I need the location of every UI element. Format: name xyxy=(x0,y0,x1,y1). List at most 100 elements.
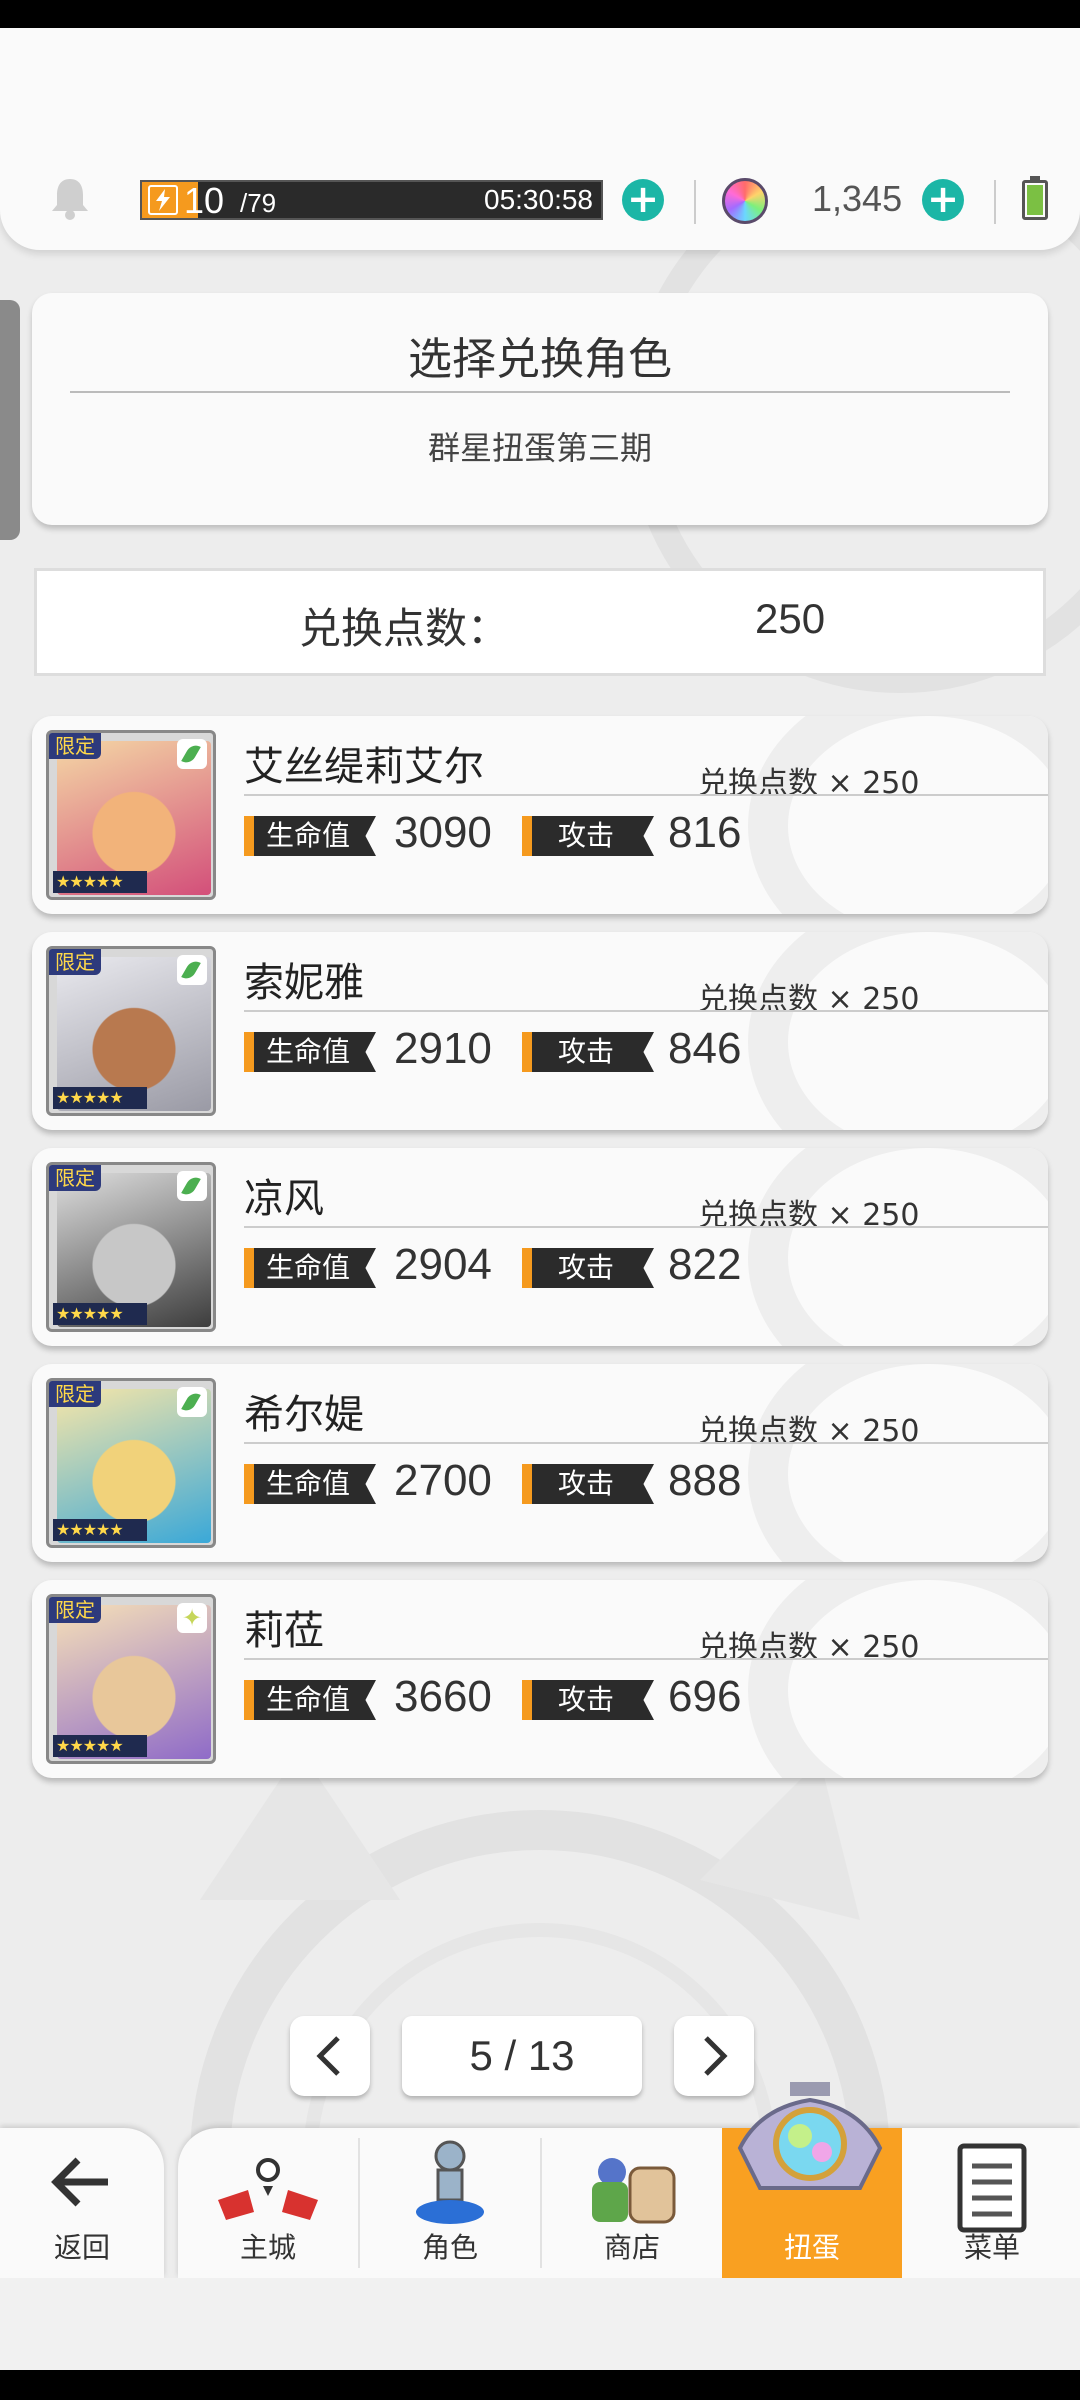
character-portrait: 限定 ★★★★★ xyxy=(46,730,216,900)
stamina-timer: 05:30:58 xyxy=(484,184,593,215)
character-portrait: 限定 ★★★★★ xyxy=(46,946,216,1116)
hp-label-tag: 生命值 xyxy=(244,1248,376,1288)
prev-page-button[interactable] xyxy=(290,2016,370,2096)
hp-value: 3660 xyxy=(394,1672,492,1721)
character-card[interactable]: 限定 ★★★★★ 艾丝缇莉艾尔 兑换点数 × 250 生命值 3090 攻击 8… xyxy=(32,716,1048,914)
rarity-stars: ★★★★★ xyxy=(53,871,147,893)
hp-label-tag: 生命值 xyxy=(244,1680,376,1720)
atk-value: 846 xyxy=(668,1024,742,1073)
stamina-bar: 10 /79 05:30:58 xyxy=(140,180,603,221)
limited-badge: 限定 xyxy=(49,949,101,975)
main-city-icon xyxy=(218,2158,318,2220)
hp-value: 2700 xyxy=(394,1456,492,1505)
character-name: 凉风 xyxy=(244,1176,324,1222)
back-button[interactable]: 返回 xyxy=(0,2128,164,2278)
card-divider xyxy=(244,1010,1048,1012)
exchange-points-box: 兑换点数： 250 xyxy=(34,568,1046,676)
atk-label-tag: 攻击 xyxy=(522,1248,654,1288)
header-divider xyxy=(994,180,996,224)
side-drawer-tab[interactable] xyxy=(0,300,20,540)
leaf-icon xyxy=(177,1171,207,1201)
exchange-points-label: 兑换点数： xyxy=(299,604,510,653)
hp-value: 2904 xyxy=(394,1240,492,1289)
gem-count: 1,345 xyxy=(812,178,903,219)
character-card[interactable]: 限定 ★★★★★ 凉风 兑换点数 × 250 生命值 2904 攻击 822 xyxy=(32,1148,1048,1346)
card-decoration xyxy=(748,1580,1048,1778)
card-decoration xyxy=(748,716,1048,914)
card-decoration xyxy=(748,1148,1048,1346)
rarity-stars: ★★★★★ xyxy=(53,1303,147,1325)
gacha-orb-icon xyxy=(737,2082,883,2190)
system-nav-bar xyxy=(0,2370,1080,2400)
atk-label-tag: 攻击 xyxy=(522,1680,654,1720)
battery-icon xyxy=(1022,176,1048,220)
page-title: 选择兑换角色 xyxy=(408,334,672,385)
add-gems-button[interactable]: + xyxy=(922,179,964,221)
character-portrait: 限定 ✦ ★★★★★ xyxy=(46,1594,216,1764)
add-stamina-button[interactable]: + xyxy=(622,179,664,221)
character-card[interactable]: 限定 ★★★★★ 索妮雅 兑换点数 × 250 生命值 2910 攻击 846 xyxy=(32,932,1048,1130)
stamina-max: /79 xyxy=(240,188,277,218)
nav-label: 扭蛋 xyxy=(783,2231,840,2264)
atk-value: 696 xyxy=(668,1672,742,1721)
stamina-current: 10 xyxy=(184,180,225,221)
nav-label: 菜单 xyxy=(963,2231,1020,2264)
nav-label: 商店 xyxy=(603,2231,660,2264)
character-icon xyxy=(416,2140,484,2224)
limited-badge: 限定 xyxy=(49,1165,101,1191)
page-indicator: 5 / 13 xyxy=(402,2016,642,2096)
atk-label-tag: 攻击 xyxy=(522,1032,654,1072)
atk-label-tag: 攻击 xyxy=(522,1464,654,1504)
gem-icon xyxy=(722,178,768,224)
limited-badge: 限定 xyxy=(49,733,101,759)
chevron-right-icon xyxy=(704,2036,728,2076)
nav-item-characters[interactable]: 角色 xyxy=(360,2128,540,2278)
shop-icon xyxy=(592,2158,676,2224)
nav-label: 主城 xyxy=(239,2231,296,2264)
back-label: 返回 xyxy=(53,2231,110,2264)
bell-icon[interactable] xyxy=(48,175,92,221)
lightning-icon xyxy=(148,185,178,215)
nav-item-main-city[interactable]: 主城 xyxy=(178,2128,358,2278)
rarity-stars: ★★★★★ xyxy=(53,1087,147,1109)
card-divider xyxy=(244,1226,1048,1228)
nav-item-shop[interactable]: 商店 xyxy=(542,2128,722,2278)
card-divider xyxy=(244,1442,1048,1444)
atk-label-tag: 攻击 xyxy=(522,816,654,856)
leaf-icon xyxy=(177,955,207,985)
character-card[interactable]: 限定 ✦ ★★★★★ 莉莅 兑换点数 × 250 生命值 3660 攻击 696 xyxy=(32,1580,1048,1778)
arrow-left-icon xyxy=(51,2157,108,2207)
status-bar-top xyxy=(0,0,1080,28)
nav-item-menu[interactable]: 菜单 xyxy=(902,2128,1080,2278)
menu-icon xyxy=(957,2143,1027,2233)
card-divider xyxy=(244,1658,1048,1660)
character-card[interactable]: 限定 ★★★★★ 希尔媞 兑换点数 × 250 生命值 2700 攻击 888 xyxy=(32,1364,1048,1562)
atk-value: 816 xyxy=(668,808,742,857)
rarity-stars: ★★★★★ xyxy=(53,1519,147,1541)
chevron-left-icon xyxy=(316,2036,340,2076)
header-divider xyxy=(694,180,696,224)
limited-badge: 限定 xyxy=(49,1597,101,1623)
hp-value: 3090 xyxy=(394,808,492,857)
footer-strip xyxy=(0,2278,1080,2370)
hp-label-tag: 生命值 xyxy=(244,1464,376,1504)
character-portrait: 限定 ★★★★★ xyxy=(46,1378,216,1548)
leaf-icon xyxy=(177,739,207,769)
atk-value: 822 xyxy=(668,1240,742,1289)
card-decoration xyxy=(748,932,1048,1130)
character-name: 索妮雅 xyxy=(244,960,364,1006)
exchange-points-value: 250 xyxy=(755,595,826,642)
character-name: 希尔媞 xyxy=(244,1392,364,1438)
nav-label: 角色 xyxy=(421,2231,478,2264)
hp-label-tag: 生命值 xyxy=(244,1032,376,1072)
leaf-icon xyxy=(177,1387,207,1417)
hp-label-tag: 生命值 xyxy=(244,816,376,856)
gacha-series-subtitle: 群星扭蛋第三期 xyxy=(427,429,652,467)
card-decoration xyxy=(748,1364,1048,1562)
character-name: 莉莅 xyxy=(244,1608,324,1654)
limited-badge: 限定 xyxy=(49,1381,101,1407)
bottom-nav: 主城 角色 商店 扭蛋 菜单 xyxy=(178,2128,1080,2278)
rarity-stars: ★★★★★ xyxy=(53,1735,147,1757)
atk-value: 888 xyxy=(668,1456,742,1505)
character-portrait: 限定 ★★★★★ xyxy=(46,1162,216,1332)
